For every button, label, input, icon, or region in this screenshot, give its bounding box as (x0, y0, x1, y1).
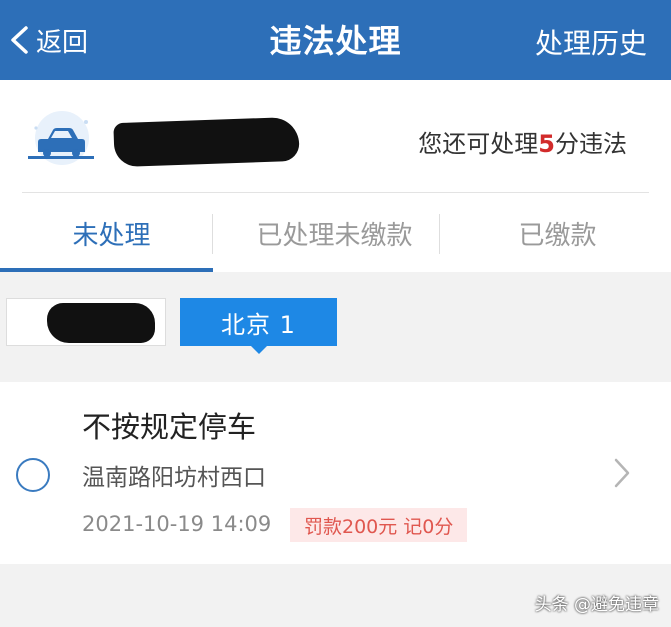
user-summary: 您还可处理5分违法 未处理 已处理未缴款 已缴款 (0, 80, 671, 272)
quota-prefix: 您还可处理 (418, 130, 539, 158)
top-app-bar: 返回 违法处理 处理历史 (0, 0, 671, 80)
divider (22, 192, 649, 193)
violation-address: 温南路阳坊村西口 (82, 465, 266, 491)
quota-suffix: 分违法 (555, 130, 627, 158)
watermark: 头条 @避免违章 (534, 595, 659, 615)
select-radio[interactable] (16, 458, 50, 492)
redacted-plate (47, 303, 155, 343)
plate-option-redacted[interactable] (6, 298, 166, 346)
redacted-username (113, 116, 300, 168)
remaining-points-text: 您还可处理5分违法 (418, 124, 627, 159)
tab-divider (439, 214, 440, 254)
tab-unprocessed[interactable]: 未处理 (0, 194, 223, 272)
history-button[interactable]: 处理历史 (535, 22, 647, 62)
violation-datetime: 2021-10-19 14:09 (82, 512, 272, 536)
plate-option-selected[interactable]: 北京 1 (180, 298, 337, 354)
plate-selector: 北京 1 (0, 272, 671, 382)
tab-divider (212, 214, 213, 254)
violation-item[interactable]: 不按规定停车 温南路阳坊村西口 2021-10-19 14:09 罚款200元 … (0, 382, 671, 564)
car-icon (28, 111, 94, 165)
tab-paid[interactable]: 已缴款 (446, 194, 669, 272)
quota-points: 5 (538, 130, 555, 158)
status-tabs: 未处理 已处理未缴款 已缴款 (0, 194, 671, 272)
chevron-right-icon[interactable] (613, 456, 631, 490)
tab-processed-unpaid[interactable]: 已处理未缴款 (223, 194, 446, 272)
violation-title: 不按规定停车 (82, 410, 257, 444)
fine-badge: 罚款200元 记0分 (290, 508, 468, 542)
